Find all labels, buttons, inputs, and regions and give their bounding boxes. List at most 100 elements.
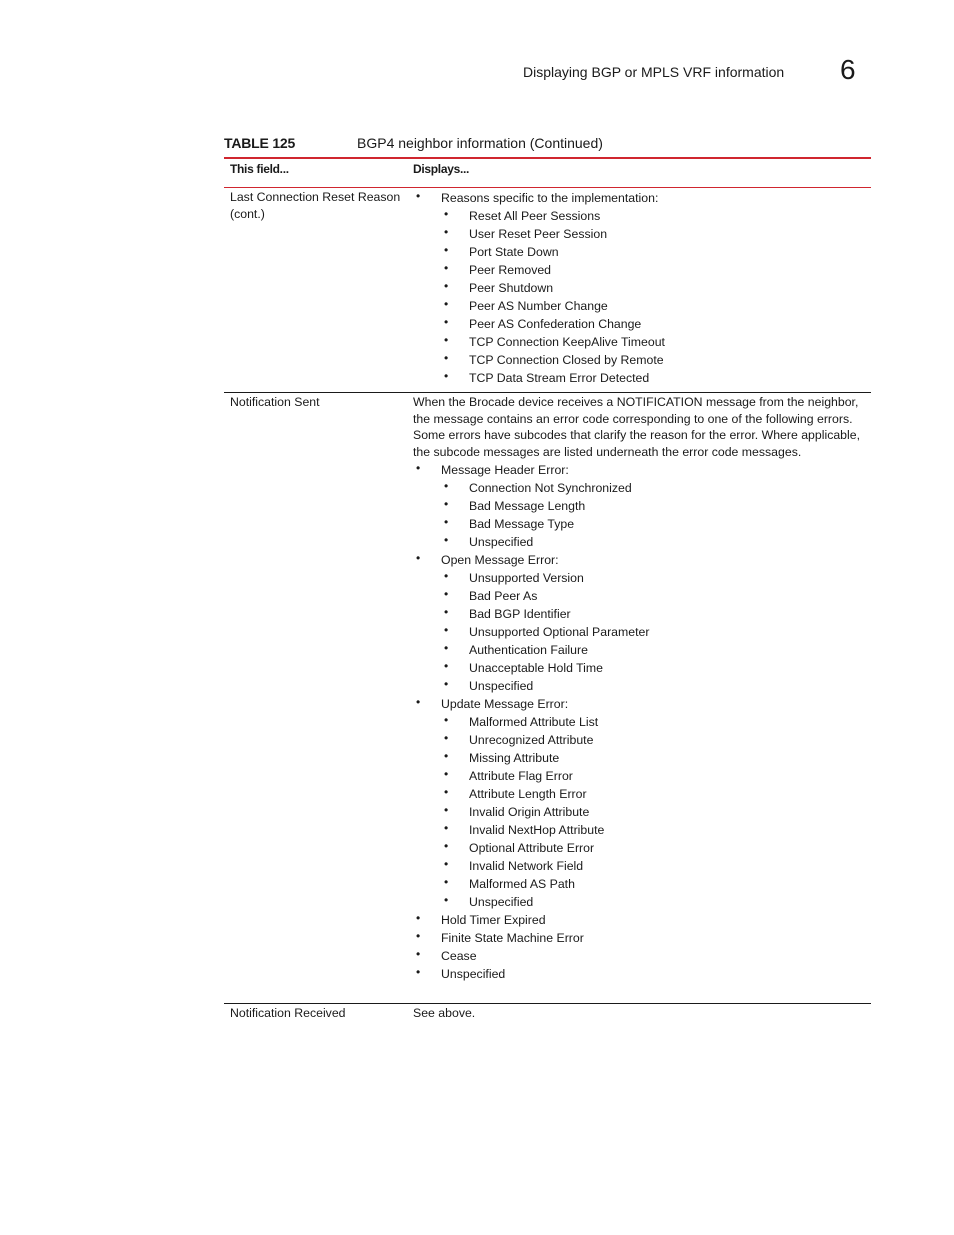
list-item-text: Malformed Attribute List bbox=[469, 715, 599, 729]
list-item-text: Open Message Error: bbox=[441, 553, 559, 567]
list-item: • User Reset Peer Session bbox=[413, 225, 868, 243]
bullet-icon: • bbox=[416, 911, 421, 925]
list-item-text: User Reset Peer Session bbox=[469, 227, 608, 241]
list-item: • Finite State Machine Error bbox=[413, 929, 868, 947]
bullet-icon: • bbox=[444, 857, 449, 871]
bullet-icon: • bbox=[444, 605, 449, 619]
bullet-icon: • bbox=[444, 333, 449, 347]
list-item: • Unacceptable Hold Time bbox=[413, 659, 868, 677]
list-item-text: Peer Removed bbox=[469, 263, 552, 277]
list-item-text: Invalid Origin Attribute bbox=[469, 805, 590, 819]
list-item: • Attribute Flag Error bbox=[413, 767, 868, 785]
list-item: • TCP Data Stream Error Detected bbox=[413, 369, 868, 387]
bullet-icon: • bbox=[444, 207, 449, 221]
row-display: • Reasons specific to the implementation:… bbox=[413, 189, 868, 387]
list-item: • Invalid Origin Attribute bbox=[413, 803, 868, 821]
list-item: • Reset All Peer Sessions bbox=[413, 207, 868, 225]
list-item-text: Hold Timer Expired bbox=[441, 913, 546, 927]
list-item-text: Bad Message Type bbox=[469, 517, 575, 531]
row-paragraph: When the Brocade device receives a NOTIF… bbox=[413, 395, 861, 459]
row-rule bbox=[224, 1003, 871, 1004]
list-item-text: Malformed AS Path bbox=[469, 877, 575, 891]
list-item: • Update Message Error: bbox=[413, 695, 868, 713]
row-rule bbox=[224, 392, 871, 393]
bullet-icon: • bbox=[444, 533, 449, 547]
list-item-text: Missing Attribute bbox=[469, 751, 560, 765]
list-item: • Missing Attribute bbox=[413, 749, 868, 767]
bullet-icon: • bbox=[444, 587, 449, 601]
bullet-icon: • bbox=[444, 497, 449, 511]
list-item-text: Reset All Peer Sessions bbox=[469, 209, 601, 223]
list-item-text: TCP Data Stream Error Detected bbox=[469, 371, 650, 385]
bullet-icon: • bbox=[444, 279, 449, 293]
bullet-icon: • bbox=[416, 965, 421, 979]
list-item: • Unspecified bbox=[413, 533, 868, 551]
list-item: • Bad BGP Identifier bbox=[413, 605, 868, 623]
table-title: BGP4 neighbor information (Continued) bbox=[357, 135, 603, 151]
list-item-text: TCP Connection KeepAlive Timeout bbox=[469, 335, 665, 349]
row-field: Notification Received bbox=[230, 1006, 346, 1020]
list-item: • Unsupported Optional Parameter bbox=[413, 623, 868, 641]
bullet-icon: • bbox=[444, 261, 449, 275]
running-head: Displaying BGP or MPLS VRF information bbox=[523, 64, 785, 80]
list-item: • Peer AS Number Change bbox=[413, 297, 868, 315]
list-item-text: Unrecognized Attribute bbox=[469, 733, 594, 747]
header-rule bbox=[224, 187, 871, 188]
bullet-icon: • bbox=[416, 947, 421, 961]
list-item: • Open Message Error: bbox=[413, 551, 868, 569]
list-item: • Bad Peer As bbox=[413, 587, 868, 605]
bullet-icon: • bbox=[444, 369, 449, 383]
list-item: • Unspecified bbox=[413, 965, 868, 983]
bullet-icon: • bbox=[444, 315, 449, 329]
bullet-icon: • bbox=[444, 641, 449, 655]
header-field: This field... bbox=[230, 162, 289, 176]
list-item-text: Update Message Error: bbox=[441, 697, 569, 711]
list-item: • Peer Shutdown bbox=[413, 279, 868, 297]
list-item: • Optional Attribute Error bbox=[413, 839, 868, 857]
bullet-icon: • bbox=[444, 351, 449, 365]
list-item: • Cease bbox=[413, 947, 868, 965]
list-item-text: Unspecified bbox=[469, 895, 534, 909]
list-item: • Unrecognized Attribute bbox=[413, 731, 868, 749]
list-item: • Authentication Failure bbox=[413, 641, 868, 659]
bullet-icon: • bbox=[444, 731, 449, 745]
list-item: • Malformed AS Path bbox=[413, 875, 868, 893]
bullet-icon: • bbox=[444, 515, 449, 529]
bullet-icon: • bbox=[444, 767, 449, 781]
list-item-text: Unsupported Optional Parameter bbox=[469, 625, 650, 639]
bullet-icon: • bbox=[444, 875, 449, 889]
table-caption: TABLE 125 BGP4 neighbor information (Cont… bbox=[224, 135, 870, 151]
list-item-text: Attribute Flag Error bbox=[469, 769, 573, 783]
list-item: • Peer AS Confederation Change bbox=[413, 315, 868, 333]
list-item-text: Peer AS Number Change bbox=[469, 299, 608, 313]
list-item: • Port State Down bbox=[413, 243, 868, 261]
list-item-text: Message Header Error: bbox=[441, 463, 569, 477]
caption-rule bbox=[224, 157, 871, 159]
chapter-number: 6 bbox=[840, 54, 856, 85]
list-item: • Invalid NextHop Attribute bbox=[413, 821, 868, 839]
list-item: • TCP Connection KeepAlive Timeout bbox=[413, 333, 868, 351]
bullet-icon: • bbox=[444, 623, 449, 637]
list-item: • Hold Timer Expired bbox=[413, 911, 868, 929]
bullet-icon: • bbox=[416, 695, 421, 709]
bullet-icon: • bbox=[444, 803, 449, 817]
list-item-text: Unspecified bbox=[441, 967, 506, 981]
list-item: • Message Header Error: bbox=[413, 461, 868, 479]
list-item-text: Unacceptable Hold Time bbox=[469, 661, 603, 675]
bullet-icon: • bbox=[416, 929, 421, 943]
bullet-icon: • bbox=[444, 839, 449, 853]
list-item-text: Bad Message Length bbox=[469, 499, 586, 513]
list-item: • Malformed Attribute List bbox=[413, 713, 868, 731]
list-item: • Connection Not Synchronized bbox=[413, 479, 868, 497]
bullet-list: • Message Header Error: • Connection Not Sy… bbox=[413, 461, 868, 983]
list-item-text: Unspecified bbox=[469, 679, 534, 693]
bullet-icon: • bbox=[444, 713, 449, 727]
list-item-text: Peer Shutdown bbox=[469, 281, 554, 295]
header-displays: Displays... bbox=[413, 162, 470, 176]
list-item-text: Attribute Length Error bbox=[469, 787, 587, 801]
bullet-icon: • bbox=[444, 479, 449, 493]
list-item: • Reasons specific to the implementation: bbox=[413, 189, 868, 207]
list-item-text: Bad BGP Identifier bbox=[469, 607, 571, 621]
row-field: Last Connection Reset Reason (cont.) bbox=[230, 190, 401, 221]
list-item-text: TCP Connection Closed by Remote bbox=[469, 353, 664, 367]
